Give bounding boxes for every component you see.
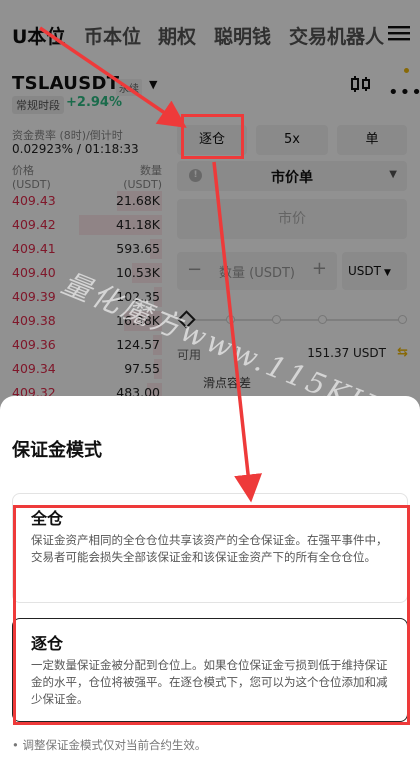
margin-mode-highlight	[181, 114, 244, 159]
sheet-title: 保证金模式	[12, 440, 102, 461]
options-highlight	[13, 505, 410, 725]
sheet-note: • 调整保证金模式仅对当前合约生效。	[12, 738, 207, 752]
